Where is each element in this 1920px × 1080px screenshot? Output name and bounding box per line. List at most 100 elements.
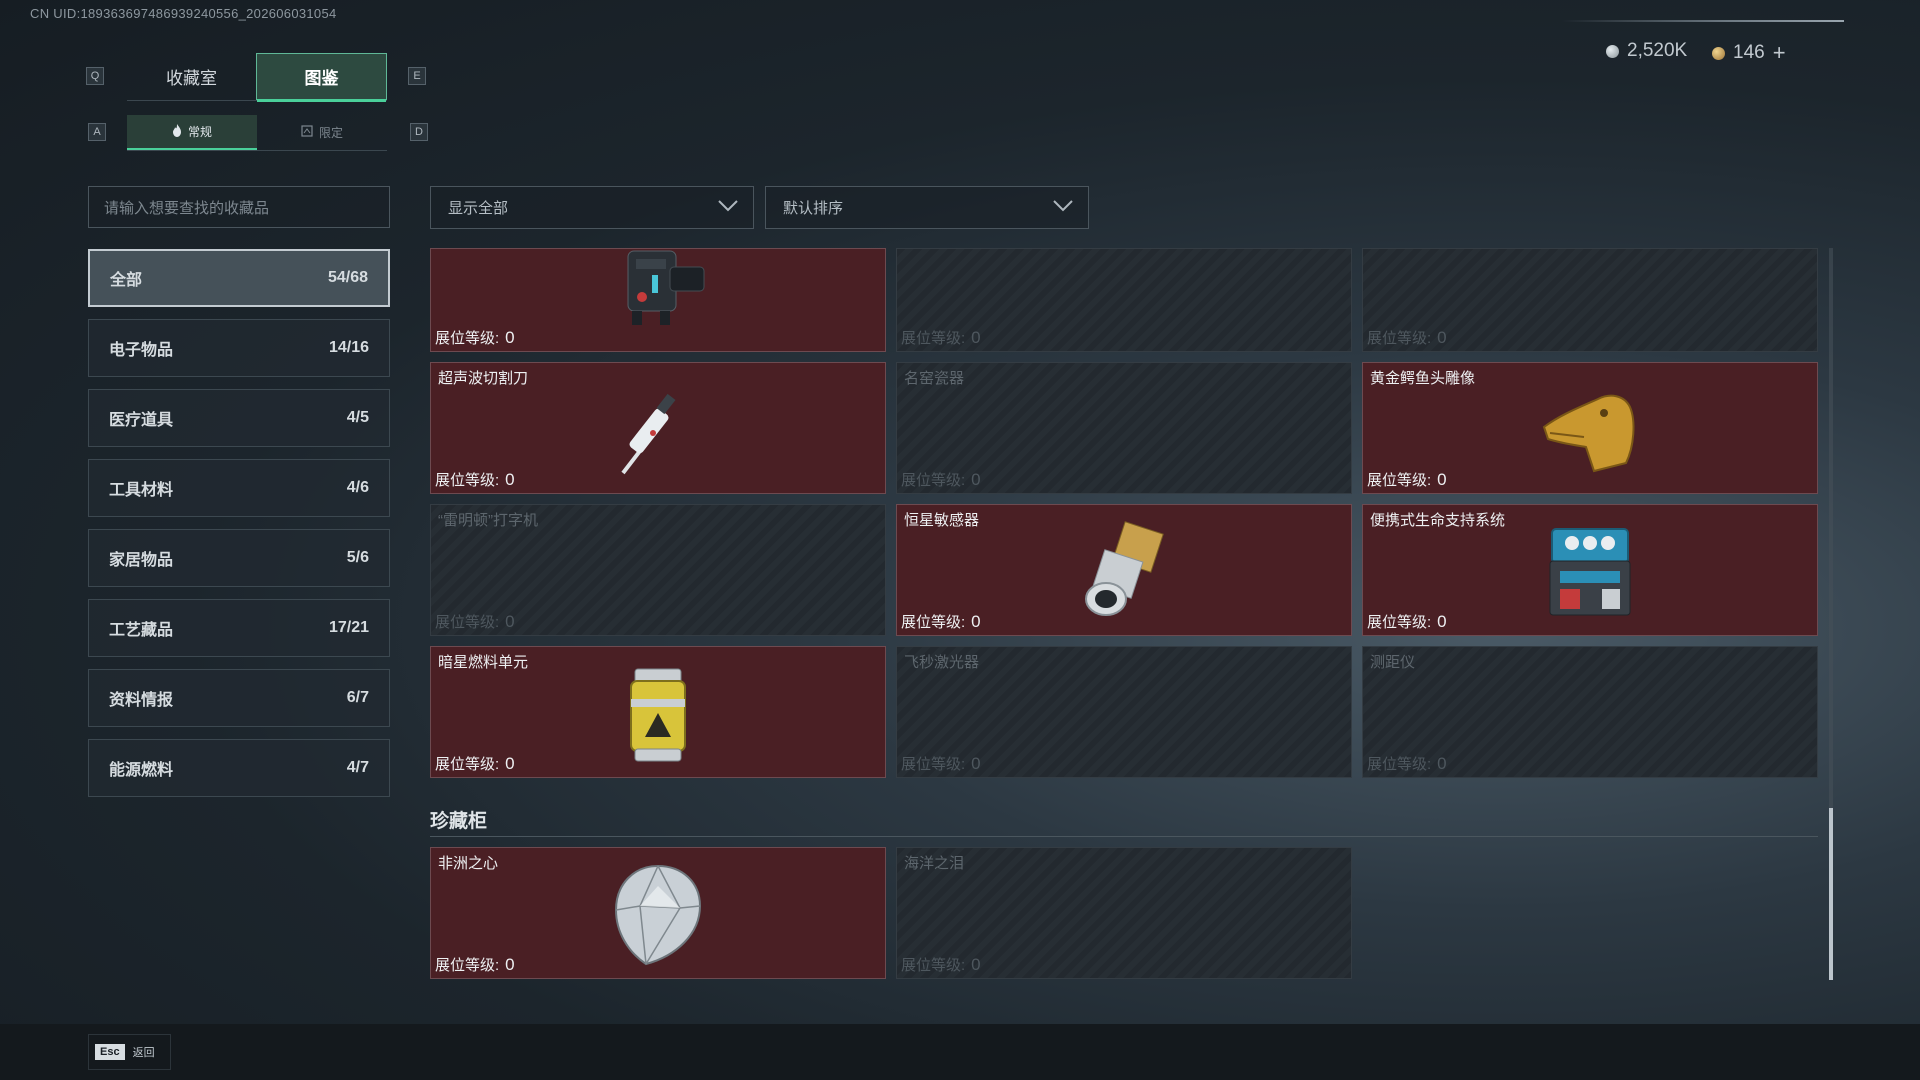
bottom-bar xyxy=(0,1024,1920,1080)
category-intel[interactable]: 资料情报 6/7 xyxy=(88,669,390,727)
display-level: 展位等级: 0 xyxy=(901,328,981,347)
key-hint-q: Q xyxy=(86,67,104,85)
category-electronics[interactable]: 电子物品 14/16 xyxy=(88,319,390,377)
sort-dropdown[interactable]: 默认排序 xyxy=(765,186,1089,229)
category-label: 家居物品 xyxy=(109,552,174,569)
collection-card[interactable]: 恒星敏感器 展位等级: 0 xyxy=(896,504,1352,636)
life-support-icon xyxy=(1542,521,1638,626)
collection-card-locked[interactable]: 飞秒激光器 展位等级: 0 xyxy=(896,646,1352,778)
category-count: 6/7 xyxy=(346,689,369,706)
item-name: 名窑瓷器 xyxy=(904,370,965,387)
display-level: 展位等级: 0 xyxy=(1367,612,1447,631)
treasure-card-locked[interactable]: 海洋之泪 展位等级: 0 xyxy=(896,847,1352,979)
back-label: 返回 xyxy=(132,1047,155,1059)
display-level: 展位等级: 0 xyxy=(435,612,515,631)
flame-icon xyxy=(172,123,182,140)
subtab-limited-label: 限定 xyxy=(318,126,343,140)
category-count: 14/16 xyxy=(328,339,369,356)
item-name: 非洲之心 xyxy=(438,855,499,872)
display-level: 展位等级: 0 xyxy=(435,955,515,974)
category-label: 能源燃料 xyxy=(109,762,174,779)
category-label: 全部 xyxy=(110,272,143,289)
add-currency-button[interactable]: + xyxy=(1773,40,1786,66)
device-icon xyxy=(608,249,708,334)
gold-currency: 146 + xyxy=(1712,40,1786,66)
key-hint-e: E xyxy=(408,67,426,85)
display-level: 展位等级: 0 xyxy=(901,754,981,773)
category-count: 4/5 xyxy=(346,409,369,426)
main-tab-bar: 收藏室 图鉴 xyxy=(127,53,387,102)
category-label: 资料情报 xyxy=(109,692,174,709)
filter-dropdown[interactable]: 显示全部 xyxy=(430,186,754,229)
item-name: 超声波切割刀 xyxy=(438,370,529,387)
item-name: 海洋之泪 xyxy=(904,855,965,872)
collection-card[interactable]: 展位等级: 0 xyxy=(430,248,886,352)
search-input[interactable]: 请输入想要查找的收藏品 xyxy=(88,186,390,228)
collection-card[interactable]: 暗星燃料单元 展位等级: 0 xyxy=(430,646,886,778)
display-level: 展位等级: 0 xyxy=(901,470,981,489)
esc-key-hint: Esc xyxy=(95,1044,125,1060)
item-name: 飞秒激光器 xyxy=(904,654,980,671)
gold-coin-icon xyxy=(1712,46,1725,60)
item-name: 测距仪 xyxy=(1370,654,1416,671)
category-count: 4/6 xyxy=(346,479,369,496)
category-tools[interactable]: 工具材料 4/6 xyxy=(88,459,390,517)
diamond-icon xyxy=(610,862,706,973)
fuel-canister-icon xyxy=(623,661,693,770)
category-count: 4/7 xyxy=(346,759,369,776)
sub-tab-bar: 常规 限定 xyxy=(127,115,387,151)
user-id-label: CN UID:18936369748693924055​6_2026060310… xyxy=(30,6,337,21)
subtab-regular[interactable]: 常规 xyxy=(127,115,257,150)
display-level: 展位等级: 0 xyxy=(435,754,515,773)
item-name: 暗星燃料单元 xyxy=(438,654,529,671)
silver-currency: 2,520K xyxy=(1606,40,1687,62)
scrollbar-thumb[interactable] xyxy=(1829,808,1833,980)
item-name: “雷明顿”打字机 xyxy=(438,512,538,529)
collection-card-locked[interactable]: “雷明顿”打字机 展位等级: 0 xyxy=(430,504,886,636)
sort-dropdown-value: 默认排序 xyxy=(783,200,844,217)
collection-card-locked[interactable]: 展位等级: 0 xyxy=(896,248,1352,352)
display-level: 展位等级: 0 xyxy=(1367,754,1447,773)
silver-amount: 2,520K xyxy=(1627,40,1688,61)
key-hint-a: A xyxy=(88,123,106,141)
golden-crocodile-icon xyxy=(1540,385,1640,482)
item-name: 恒星敏感器 xyxy=(904,512,980,529)
gold-amount: 146 xyxy=(1733,42,1765,63)
section-title: 珍藏柜 xyxy=(430,811,488,832)
collection-card-locked[interactable]: 展位等级: 0 xyxy=(1362,248,1818,352)
display-level: 展位等级: 0 xyxy=(901,612,981,631)
display-level: 展位等级: 0 xyxy=(435,470,515,489)
tab-codex[interactable]: 图鉴 xyxy=(256,53,387,102)
category-household[interactable]: 家居物品 5/6 xyxy=(88,529,390,587)
category-all[interactable]: 全部 54/68 xyxy=(88,249,390,307)
tab-collection-room[interactable]: 收藏室 xyxy=(127,53,256,100)
category-crafts[interactable]: 工艺藏品 17/21 xyxy=(88,599,390,657)
category-label: 工具材料 xyxy=(109,482,174,499)
category-label: 电子物品 xyxy=(109,342,174,359)
cutting-knife-icon xyxy=(613,381,703,486)
category-count: 54/68 xyxy=(327,269,368,286)
display-level: 展位等级: 0 xyxy=(1367,470,1447,489)
category-medical[interactable]: 医疗道具 4/5 xyxy=(88,389,390,447)
display-level: 展位等级: 0 xyxy=(435,328,515,347)
star-sensor-icon xyxy=(1076,519,1172,628)
category-energy[interactable]: 能源燃料 4/7 xyxy=(88,739,390,797)
subtab-limited[interactable]: 限定 xyxy=(257,115,387,150)
item-name: 黄金鳄鱼头雕像 xyxy=(1370,370,1476,387)
collection-card[interactable]: 超声波切割刀 展位等级: 0 xyxy=(430,362,886,494)
category-label: 医疗道具 xyxy=(109,412,174,429)
chevron-down-icon xyxy=(717,199,739,217)
filter-dropdown-value: 显示全部 xyxy=(448,200,509,217)
collection-card-locked[interactable]: 测距仪 展位等级: 0 xyxy=(1362,646,1818,778)
top-decor-line xyxy=(1562,20,1844,22)
back-button[interactable]: Esc 返回 xyxy=(88,1034,171,1070)
item-name: 便携式生命支持系统 xyxy=(1370,512,1506,529)
collection-card[interactable]: 便携式生命支持系统 展位等级: 0 xyxy=(1362,504,1818,636)
collection-card[interactable]: 黄金鳄鱼头雕像 展位等级: 0 xyxy=(1362,362,1818,494)
display-level: 展位等级: 0 xyxy=(901,955,981,974)
subtab-regular-label: 常规 xyxy=(187,125,212,139)
limited-icon xyxy=(301,125,313,140)
category-count: 17/21 xyxy=(328,619,369,636)
treasure-card[interactable]: 非洲之心 展位等级: 0 xyxy=(430,847,886,979)
collection-card-locked[interactable]: 名窑瓷器 展位等级: 0 xyxy=(896,362,1352,494)
